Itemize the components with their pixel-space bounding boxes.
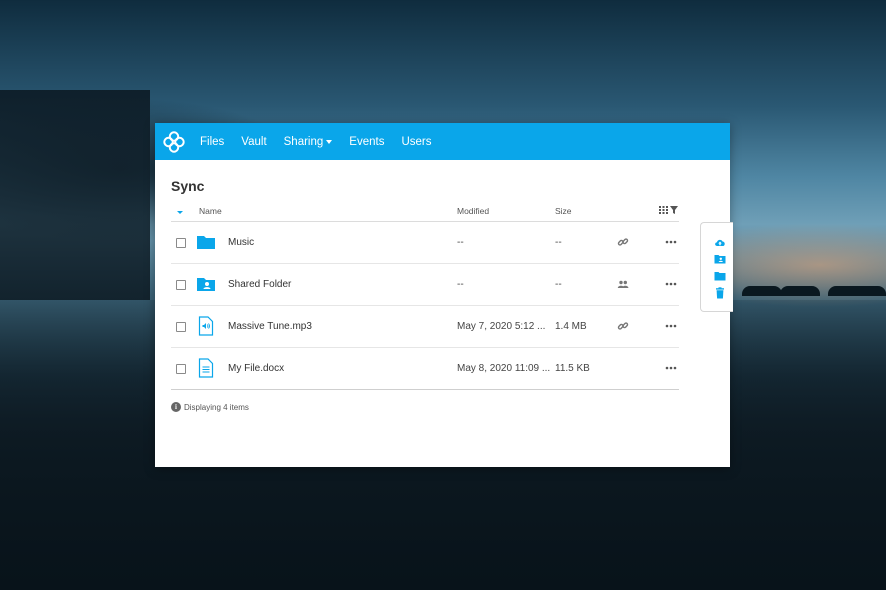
file-modified: -- xyxy=(457,279,464,290)
app-window: Files Vault Sharing Events Users Sync Na… xyxy=(155,123,730,467)
more-options-icon[interactable] xyxy=(665,236,677,248)
new-shared-folder-icon[interactable] xyxy=(714,252,726,264)
file-modified: May 8, 2020 11:09 ... xyxy=(457,363,551,374)
grid-view-icon[interactable] xyxy=(659,206,668,216)
row-checkbox[interactable] xyxy=(176,364,186,374)
file-name[interactable]: Shared Folder xyxy=(228,279,291,290)
nav-users[interactable]: Users xyxy=(401,136,431,148)
users-icon[interactable] xyxy=(617,278,629,290)
column-header-size[interactable]: Size xyxy=(555,206,572,216)
table-row[interactable]: Music -- -- xyxy=(171,222,679,264)
link-icon[interactable] xyxy=(617,236,629,248)
nav-sharing[interactable]: Sharing xyxy=(284,136,333,148)
more-options-icon[interactable] xyxy=(665,278,677,290)
file-size: 1.4 MB xyxy=(555,321,587,332)
document-file-icon xyxy=(196,358,216,378)
side-toolbox xyxy=(700,222,733,312)
sort-caret-icon[interactable] xyxy=(177,211,183,214)
nav-files-label: Files xyxy=(200,135,225,148)
app-logo-icon[interactable] xyxy=(162,130,186,154)
trash-icon[interactable] xyxy=(714,286,726,299)
nav-sharing-label: Sharing xyxy=(283,135,324,148)
page-title: Sync xyxy=(171,178,205,194)
row-checkbox[interactable] xyxy=(176,238,186,248)
shared-folder-icon xyxy=(196,274,216,294)
background-building xyxy=(0,90,150,300)
more-options-icon[interactable] xyxy=(665,320,677,332)
file-size: -- xyxy=(555,237,562,248)
status-bar: i Displaying 4 items xyxy=(171,402,249,412)
item-count-status: Displaying 4 items xyxy=(184,402,249,412)
row-checkbox[interactable] xyxy=(176,280,186,290)
more-options-icon[interactable] xyxy=(665,362,677,374)
nav-vault[interactable]: Vault xyxy=(241,136,266,148)
table-row[interactable]: Shared Folder -- -- xyxy=(171,264,679,306)
file-size: -- xyxy=(555,279,562,290)
column-header-name[interactable]: Name xyxy=(199,206,222,216)
file-modified: May 7, 2020 5:12 ... xyxy=(457,321,546,332)
table-row[interactable]: Massive Tune.mp3 May 7, 2020 5:12 ... 1.… xyxy=(171,306,679,348)
background-island xyxy=(780,286,820,296)
chevron-down-icon xyxy=(326,139,333,144)
info-icon: i xyxy=(171,402,181,412)
background-island xyxy=(742,286,782,296)
file-name[interactable]: Music xyxy=(228,237,254,248)
row-checkbox[interactable] xyxy=(176,322,186,332)
table-row[interactable]: My File.docx May 8, 2020 11:09 ... 11.5 … xyxy=(171,348,679,390)
file-name[interactable]: My File.docx xyxy=(228,363,284,374)
link-icon[interactable] xyxy=(617,320,629,332)
background-island xyxy=(828,286,886,296)
new-folder-icon[interactable] xyxy=(714,269,726,281)
file-table: Name Modified Size Music -- -- Shared Fo… xyxy=(171,203,679,390)
file-name[interactable]: Massive Tune.mp3 xyxy=(228,321,312,332)
nav-users-label: Users xyxy=(401,135,432,148)
folder-icon xyxy=(196,232,216,252)
nav-vault-label: Vault xyxy=(241,135,267,148)
nav-events[interactable]: Events xyxy=(349,136,384,148)
audio-file-icon xyxy=(196,316,216,336)
file-modified: -- xyxy=(457,237,464,248)
filter-icon[interactable] xyxy=(670,206,678,216)
file-size: 11.5 KB xyxy=(555,363,590,374)
upload-icon[interactable] xyxy=(714,235,726,247)
table-header: Name Modified Size xyxy=(171,203,679,222)
top-navbar: Files Vault Sharing Events Users xyxy=(155,123,730,160)
nav-events-label: Events xyxy=(349,135,385,148)
column-header-modified[interactable]: Modified xyxy=(457,206,489,216)
nav-files[interactable]: Files xyxy=(200,136,224,148)
